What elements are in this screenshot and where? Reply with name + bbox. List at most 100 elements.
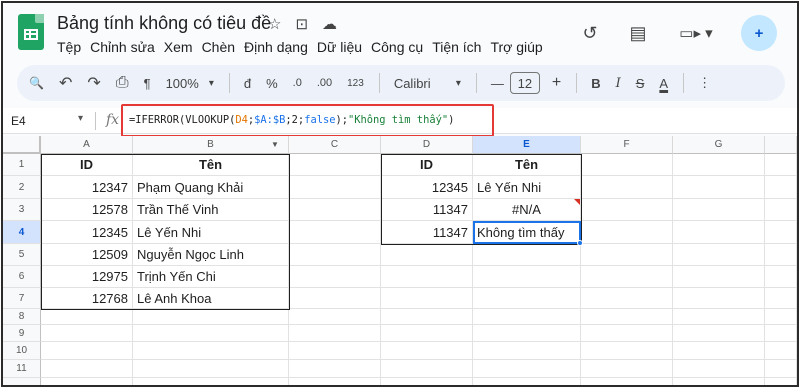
history-icon[interactable]: ↺	[577, 20, 603, 46]
grid-cell[interactable]	[41, 342, 133, 360]
table2-cell-id[interactable]: 12345	[381, 176, 473, 199]
grid-cell[interactable]	[289, 199, 381, 221]
grid-cell[interactable]	[581, 266, 673, 288]
table2-cell-error[interactable]: #N/A	[473, 199, 581, 221]
grid-cell[interactable]	[673, 288, 765, 309]
table1-cell-name[interactable]: Lê Anh Khoa	[133, 288, 289, 309]
grid-cell[interactable]	[289, 288, 381, 309]
italic-button[interactable]: I	[616, 76, 621, 91]
grid-cell[interactable]	[381, 342, 473, 360]
grid-cell[interactable]	[381, 244, 473, 266]
table1-cell-id[interactable]: 12347	[41, 176, 133, 199]
redo-icon[interactable]: ↷	[87, 73, 100, 93]
table1-cell-id[interactable]: 12578	[41, 199, 133, 221]
grid-cell[interactable]	[381, 360, 473, 378]
bold-button[interactable]: B	[591, 76, 600, 91]
grid-cell[interactable]	[473, 288, 581, 309]
paint-format-icon[interactable]: ¶	[144, 76, 151, 91]
grid-cell[interactable]	[381, 378, 473, 385]
row-header-4[interactable]: 4	[3, 221, 41, 244]
grid-cell[interactable]	[289, 360, 381, 378]
grid-cell[interactable]	[581, 244, 673, 266]
table1-cell-id[interactable]: 12768	[41, 288, 133, 309]
zoom-select[interactable]: 100% ▾	[166, 76, 214, 91]
grid-cell[interactable]	[673, 325, 765, 342]
row-header-9[interactable]: 9	[3, 325, 41, 342]
percent-format-button[interactable]: %	[266, 76, 278, 91]
grid-cell[interactable]	[473, 378, 581, 385]
fill-handle[interactable]	[577, 240, 583, 246]
grid-cell[interactable]	[289, 378, 381, 385]
name-box[interactable]: E4	[11, 114, 26, 128]
grid-cell[interactable]	[581, 199, 673, 221]
cloud-status-icon[interactable]: ☁	[322, 15, 337, 33]
grid-cell[interactable]	[473, 325, 581, 342]
grid-cell[interactable]	[673, 176, 765, 199]
grid-cell[interactable]	[765, 244, 797, 266]
menu-view[interactable]: Xem	[164, 39, 200, 55]
meet-icon[interactable]: ▭▸ ▾	[673, 20, 719, 46]
grid-cell[interactable]	[581, 378, 673, 385]
grid-cell[interactable]	[673, 342, 765, 360]
grid-cell[interactable]	[381, 266, 473, 288]
select-all-corner[interactable]	[3, 136, 41, 154]
grid-cell[interactable]	[381, 309, 473, 325]
grid-cell[interactable]	[289, 176, 381, 199]
grid-cell[interactable]	[473, 342, 581, 360]
table1-cell-name[interactable]: Phạm Quang Khải	[133, 176, 289, 199]
grid-cell[interactable]	[289, 221, 381, 244]
grid-cell[interactable]	[765, 199, 797, 221]
grid-cell[interactable]	[765, 309, 797, 325]
table1-cell-name[interactable]: Nguyễn Ngọc Linh	[133, 244, 289, 266]
grid-cell[interactable]	[581, 176, 673, 199]
table1-cell-name[interactable]: Lê Yến Nhi	[133, 221, 289, 244]
grid-cell[interactable]	[41, 360, 133, 378]
menu-tools[interactable]: Công cụ	[371, 39, 430, 55]
document-title[interactable]: Bảng tính không có tiêu đề	[57, 13, 271, 34]
menu-data[interactable]: Dữ liệu	[317, 39, 369, 55]
grid-cell[interactable]	[289, 309, 381, 325]
grid-cell[interactable]	[41, 325, 133, 342]
grid-cell[interactable]	[133, 378, 289, 385]
grid-cell[interactable]	[381, 288, 473, 309]
grid-cell[interactable]	[765, 342, 797, 360]
grid-cell[interactable]	[133, 325, 289, 342]
column-header-b[interactable]: B	[133, 136, 289, 154]
grid-cell[interactable]	[765, 360, 797, 378]
row-header-1[interactable]: 1	[3, 154, 41, 176]
row-header-8[interactable]: 8	[3, 309, 41, 325]
grid-cell[interactable]	[581, 309, 673, 325]
row-header-2[interactable]: 2	[3, 176, 41, 199]
grid-cell[interactable]	[673, 154, 765, 176]
grid-cell[interactable]	[581, 360, 673, 378]
column-header-a[interactable]: A	[41, 136, 133, 154]
grid-cell[interactable]	[133, 360, 289, 378]
more-options-icon[interactable]: ⋮	[698, 75, 711, 91]
grid-cell[interactable]	[581, 288, 673, 309]
grid-cell[interactable]	[473, 360, 581, 378]
grid-cell[interactable]	[41, 378, 133, 385]
grid-cell[interactable]	[473, 266, 581, 288]
grid-cell[interactable]	[289, 266, 381, 288]
grid-cell[interactable]	[673, 360, 765, 378]
grid-cell[interactable]	[673, 221, 765, 244]
column-filter-icon[interactable]: ▼	[271, 140, 279, 149]
grid-cell[interactable]	[473, 244, 581, 266]
grid-cell[interactable]	[765, 325, 797, 342]
menu-edit[interactable]: Chỉnh sửa	[90, 39, 162, 55]
table1-cell-id[interactable]: 12975	[41, 266, 133, 288]
comment-icon[interactable]: ▤	[625, 20, 651, 46]
strikethrough-button[interactable]: S	[636, 76, 645, 91]
table2-cell-id[interactable]: 11347	[381, 199, 473, 221]
grid-cell[interactable]	[581, 154, 673, 176]
font-size-input[interactable]: 12	[509, 72, 540, 94]
table2-header-id[interactable]: ID	[381, 154, 473, 176]
share-button[interactable]: +	[741, 15, 777, 51]
row-header-5[interactable]: 5	[3, 244, 41, 266]
print-icon[interactable]: ⎙	[116, 74, 129, 92]
column-header-c[interactable]: C	[289, 136, 381, 154]
menu-insert[interactable]: Chèn	[202, 39, 242, 55]
grid-cell[interactable]	[133, 342, 289, 360]
table1-header-name[interactable]: Tên	[133, 154, 289, 176]
grid-cell[interactable]	[581, 325, 673, 342]
